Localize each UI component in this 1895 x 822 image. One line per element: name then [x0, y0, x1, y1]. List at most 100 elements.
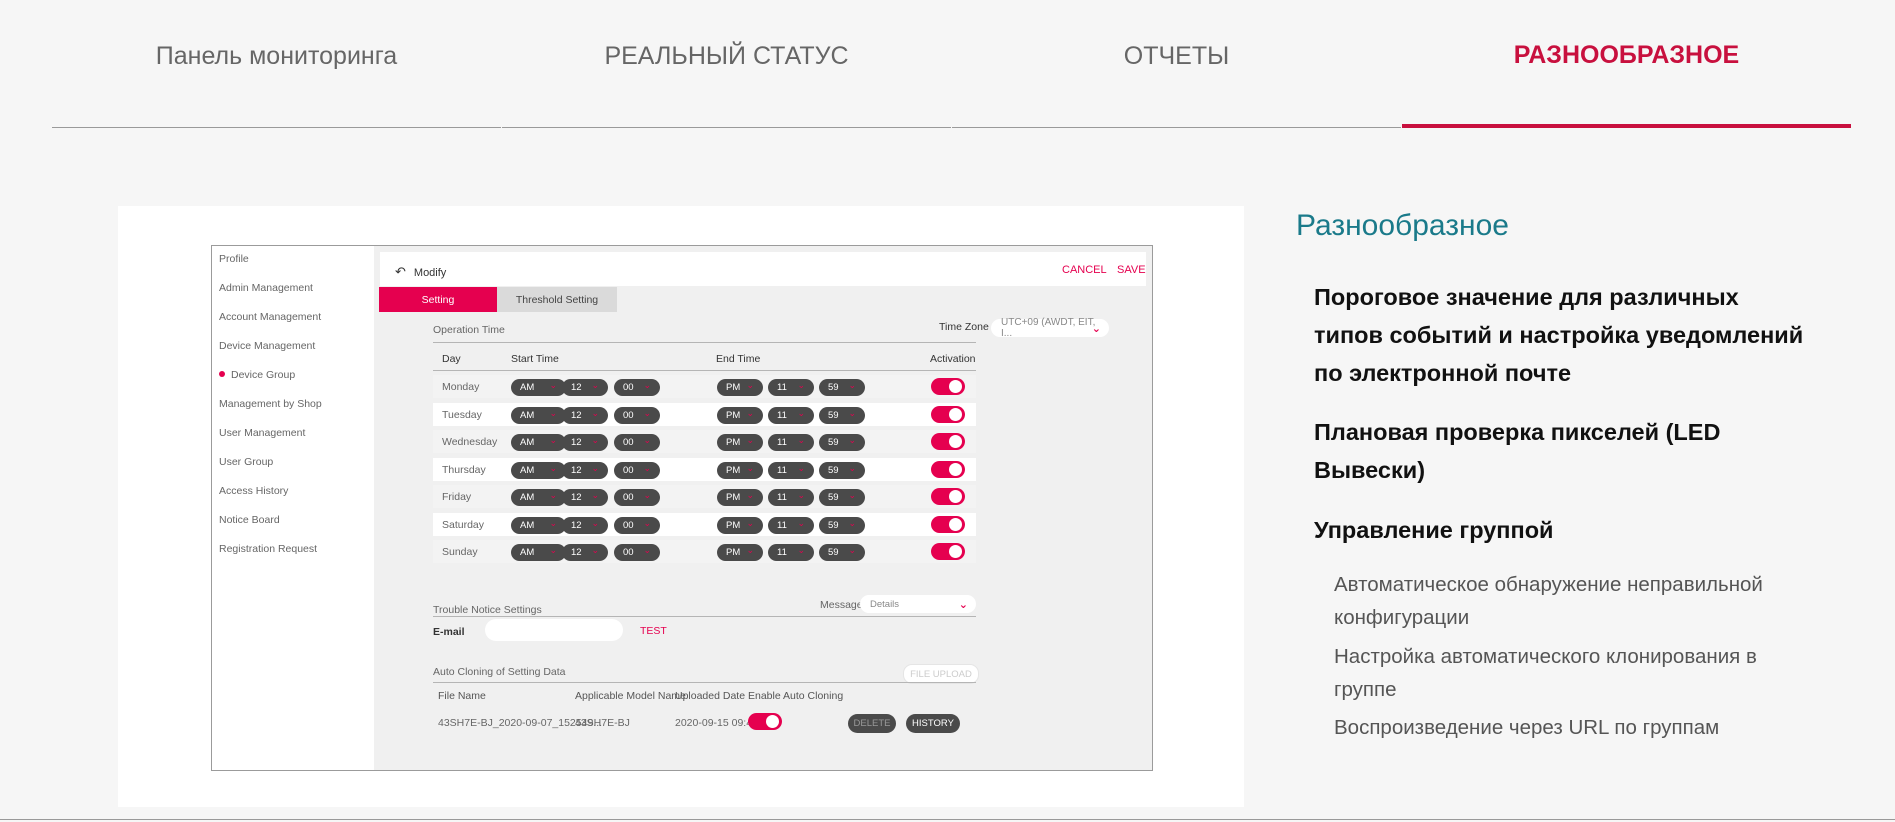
start-hour-select[interactable]: 12 ⌄ [562, 434, 608, 451]
chevron-down-icon: ⌄ [591, 517, 599, 528]
start-hour-select[interactable]: 12 ⌄ [562, 461, 608, 479]
start-ampm-select[interactable]: AM ⌄ [511, 489, 566, 506]
sidebar-item-device-management[interactable]: Device Management [219, 340, 315, 352]
start-minute-select[interactable]: 00 ⌄ [614, 379, 660, 396]
test-button[interactable]: TEST [640, 625, 667, 637]
sidebar-item-account-management[interactable]: Account Management [219, 311, 321, 323]
model-name-value: 43SH7E-BJ [575, 717, 630, 729]
end-hour-select[interactable]: 11 ⌄ [768, 406, 814, 424]
start-minute-select[interactable]: 00 ⌄ [614, 516, 660, 534]
time-zone-select[interactable]: UTC+09 (AWDT, EIT, I... ⌄ [991, 317, 1109, 339]
sidebar-item-user-group[interactable]: User Group [219, 456, 273, 468]
activation-toggle[interactable] [931, 378, 965, 395]
end-ampm-select[interactable]: PM ⌄ [717, 489, 763, 506]
start-hour-select[interactable]: 12 ⌄ [562, 489, 608, 506]
end-ampm-select[interactable]: PM ⌄ [717, 434, 763, 451]
start-minute-select[interactable]: 00 ⌄ [614, 461, 660, 479]
select-value: PM [726, 464, 741, 476]
day-label: Thursday [442, 463, 486, 476]
feature-heading-threshold: Пороговое значение для различных типов с… [1314, 284, 1804, 386]
end-minute-select[interactable]: 59 ⌄ [819, 379, 865, 396]
sidebar-item-registration-request[interactable]: Registration Request [219, 543, 317, 555]
time-zone-label: Time Zone [939, 321, 989, 333]
sidebar-item-access-history[interactable]: Access History [219, 485, 288, 497]
end-minute-select[interactable]: 59 ⌄ [819, 544, 865, 561]
end-ampm-select[interactable]: PM ⌄ [717, 379, 763, 396]
sidebar-item-device-group[interactable]: Device Group [219, 369, 295, 381]
activation-toggle[interactable] [931, 515, 965, 533]
chevron-down-icon: ⌄ [549, 380, 557, 390]
start-ampm-select[interactable]: AM ⌄ [511, 544, 566, 561]
modify-title[interactable]: ↶ Modify [395, 264, 446, 280]
activation-toggle[interactable] [931, 460, 965, 478]
bottom-divider [0, 819, 1895, 820]
end-minute-select[interactable]: 59 ⌄ [819, 434, 865, 451]
section-title: Разнообразное [1296, 209, 1509, 242]
start-ampm-select[interactable]: AM ⌄ [511, 379, 566, 396]
tab-monitoring-panel[interactable]: Панель мониторинга [52, 0, 501, 128]
tab-label: ОТЧЕТЫ [1123, 42, 1230, 70]
start-minute-select[interactable]: 00 ⌄ [614, 406, 660, 424]
chevron-down-icon: ⌄ [549, 462, 557, 473]
tab-miscellaneous[interactable]: РАЗНООБРАЗНОЕ [1402, 0, 1851, 128]
select-value: AM [520, 492, 535, 503]
end-hour-select[interactable]: 11 ⌄ [768, 544, 814, 561]
message-select[interactable]: Details ⌄ [860, 595, 976, 613]
sidebar-item-user-management[interactable]: User Management [219, 427, 305, 439]
select-value: 00 [623, 382, 634, 393]
end-ampm-select[interactable]: PM ⌄ [717, 461, 763, 479]
sidebar-item-management-by-shop[interactable]: Management by Shop [219, 398, 322, 410]
start-ampm-select[interactable]: AM ⌄ [511, 434, 566, 451]
delete-button[interactable]: DELETE [848, 714, 896, 733]
activation-toggle[interactable] [931, 405, 965, 423]
activation-toggle[interactable] [931, 543, 965, 560]
end-hour-select[interactable]: 11 ⌄ [768, 434, 814, 451]
back-arrow-icon[interactable]: ↶ [395, 264, 406, 279]
start-hour-select[interactable]: 12 ⌄ [562, 406, 608, 424]
select-value: AM [520, 437, 535, 448]
end-hour-select[interactable]: 11 ⌄ [768, 516, 814, 534]
end-minute-select[interactable]: 59 ⌄ [819, 489, 865, 506]
start-ampm-select[interactable]: AM ⌄ [511, 516, 566, 534]
end-ampm-select[interactable]: PM ⌄ [717, 406, 763, 424]
day-label: Wednesday [442, 436, 498, 448]
tab-threshold-setting[interactable]: Threshold Setting [497, 287, 617, 312]
start-minute-select[interactable]: 00 ⌄ [614, 434, 660, 451]
end-minute-select[interactable]: 59 ⌄ [819, 516, 865, 534]
save-button[interactable]: SAVE [1117, 264, 1146, 276]
tab-setting[interactable]: Setting [379, 287, 497, 312]
start-minute-select[interactable]: 00 ⌄ [614, 544, 660, 561]
select-value: 11 [777, 519, 787, 531]
sidebar-item-admin-management[interactable]: Admin Management [219, 282, 313, 294]
start-ampm-select[interactable]: AM ⌄ [511, 406, 566, 424]
email-field[interactable] [485, 619, 623, 641]
main-content: ↶ Modify CANCEL SAVE Setting Threshold Se… [374, 246, 1152, 770]
history-button[interactable]: HISTORY [906, 714, 960, 733]
start-ampm-select[interactable]: AM ⌄ [511, 461, 566, 479]
activation-toggle[interactable] [931, 433, 965, 450]
end-minute-select[interactable]: 59 ⌄ [819, 406, 865, 424]
start-hour-select[interactable]: 12 ⌄ [562, 544, 608, 561]
activation-toggle[interactable] [931, 488, 965, 505]
tab-real-status[interactable]: РЕАЛЬНЫЙ СТАТУС [502, 0, 951, 128]
chevron-down-icon: ⌄ [549, 435, 557, 445]
end-ampm-select[interactable]: PM ⌄ [717, 544, 763, 561]
chevron-down-icon: ⌄ [591, 407, 599, 418]
select-value: 11 [777, 464, 787, 476]
sidebar-item-profile[interactable]: Profile [219, 253, 249, 265]
file-upload-button[interactable]: FILE UPLOAD [903, 664, 979, 684]
start-hour-select[interactable]: 12 ⌄ [562, 379, 608, 396]
cancel-button[interactable]: CANCEL [1062, 264, 1107, 276]
tab-reports[interactable]: ОТЧЕТЫ [952, 0, 1401, 128]
end-ampm-select[interactable]: PM ⌄ [717, 516, 763, 534]
end-hour-select[interactable]: 11 ⌄ [768, 461, 814, 479]
end-minute-select[interactable]: 59 ⌄ [819, 461, 865, 479]
sidebar-item-notice-board[interactable]: Notice Board [219, 514, 280, 526]
end-hour-select[interactable]: 11 ⌄ [768, 379, 814, 396]
select-value: 59 [828, 409, 839, 421]
start-minute-select[interactable]: 00 ⌄ [614, 489, 660, 506]
end-hour-select[interactable]: 11 ⌄ [768, 489, 814, 506]
select-value: AM [520, 547, 535, 558]
start-hour-select[interactable]: 12 ⌄ [562, 516, 608, 534]
auto-cloning-toggle[interactable] [748, 713, 782, 730]
